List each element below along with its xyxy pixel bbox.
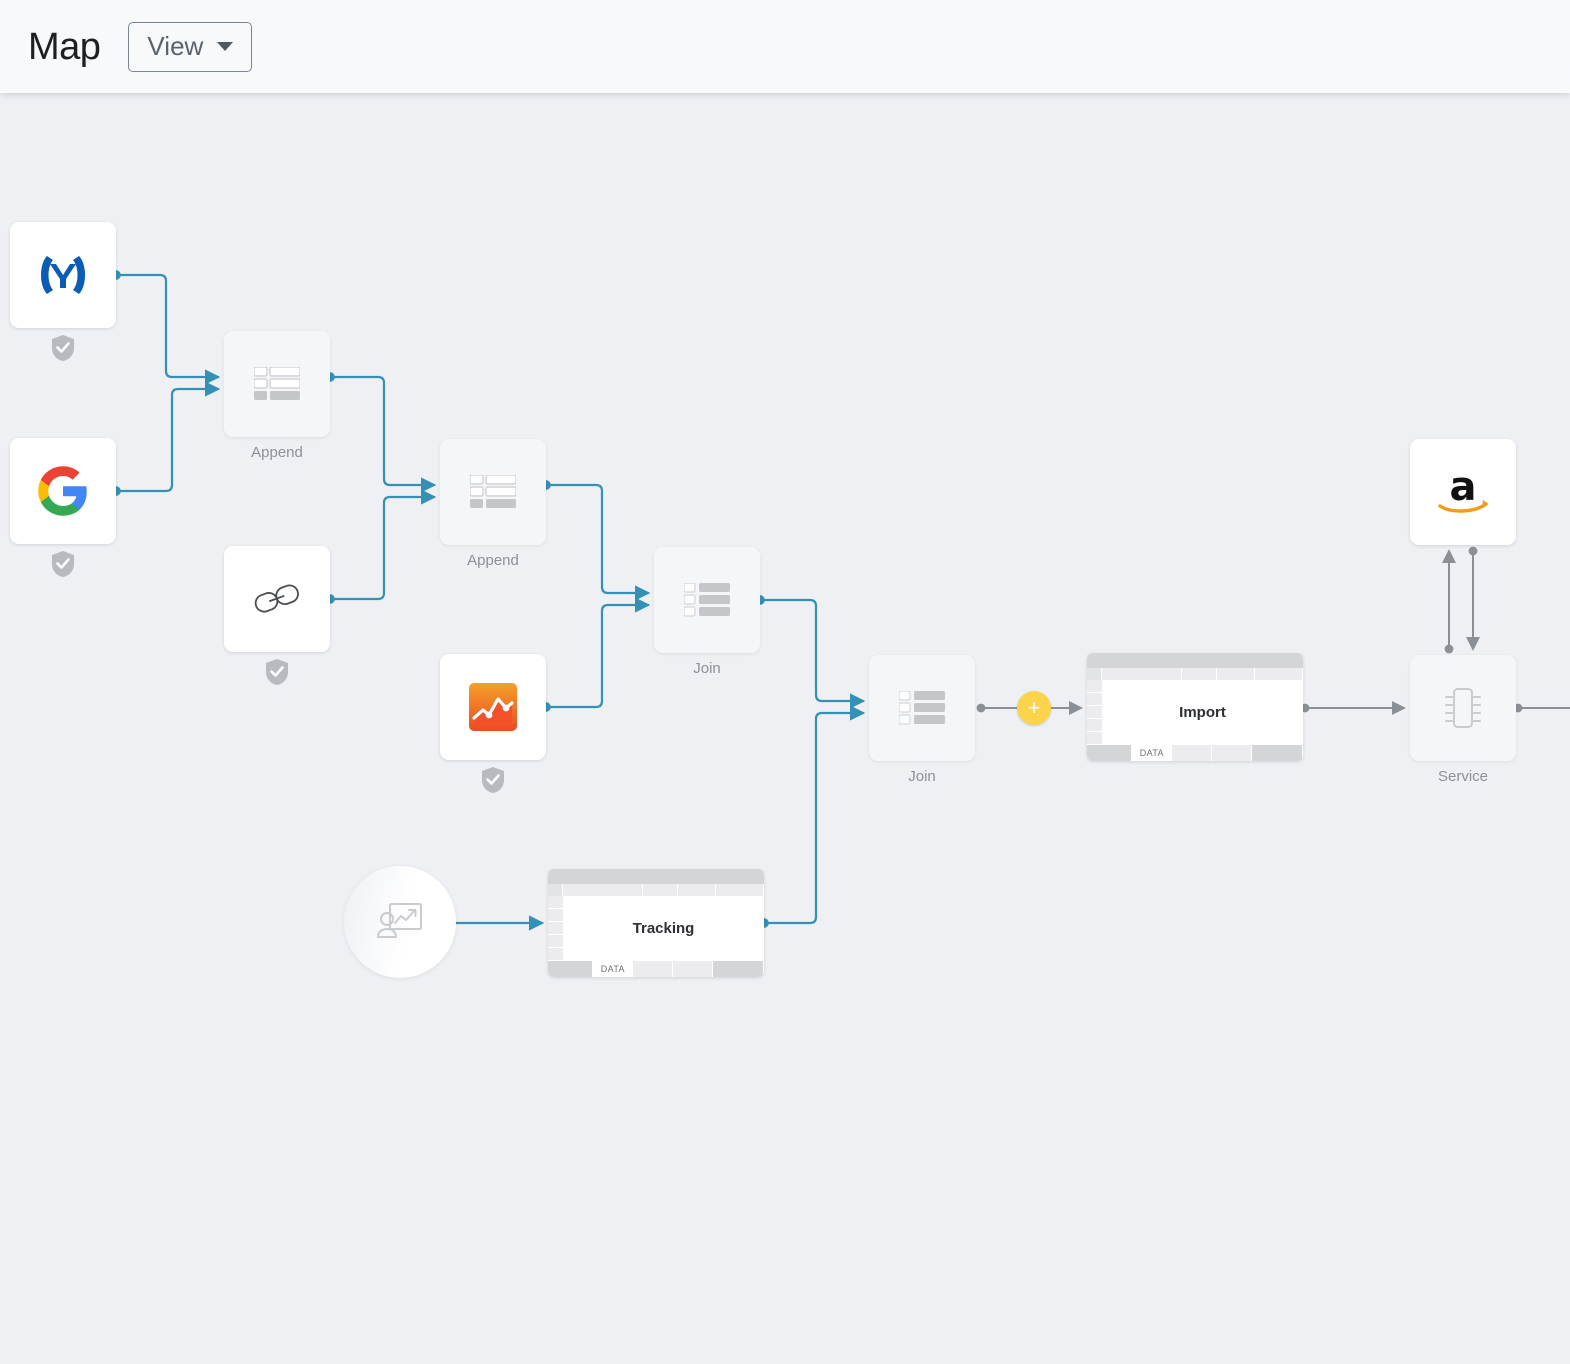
- table-row-header: [1087, 680, 1102, 693]
- table-row-header: [1087, 732, 1102, 745]
- verified-shield-icon: [482, 767, 504, 793]
- sheet-tab[interactable]: [1172, 745, 1213, 761]
- table-col-header: [642, 884, 679, 896]
- table-body: Import: [1087, 680, 1303, 745]
- table-corner-cell: [1087, 668, 1102, 680]
- edge-link-append2: [325, 489, 437, 604]
- table-col-header: [1217, 668, 1256, 680]
- node-label: Join: [908, 768, 936, 785]
- table-column-headers: [548, 884, 764, 896]
- google-analytics-icon: [469, 683, 517, 731]
- node-title: Tracking: [632, 920, 695, 937]
- node-title: Import: [1179, 704, 1226, 721]
- sheet-tab[interactable]: [1252, 745, 1303, 761]
- edge-yext-append1: [111, 270, 221, 385]
- sheet-tab[interactable]: [548, 961, 594, 977]
- view-dropdown-label: View: [147, 31, 204, 61]
- node-label: Join: [693, 660, 721, 677]
- node-label: Append: [467, 552, 519, 569]
- sheet-tab-data[interactable]: DATA: [1132, 745, 1173, 761]
- node-import-table[interactable]: Import DATA: [1087, 653, 1303, 761]
- plus-icon: +: [1027, 695, 1041, 720]
- edge-append1-append2: [325, 372, 437, 493]
- amazon-logo-icon: a: [1438, 466, 1488, 513]
- node-append-1[interactable]: Append: [224, 331, 330, 461]
- verified-shield-icon: [52, 551, 74, 577]
- table-toolbar: [1087, 653, 1303, 668]
- add-step-button[interactable]: +: [1017, 691, 1051, 725]
- node-label: Append: [251, 444, 303, 461]
- chevron-down-icon: [217, 42, 234, 51]
- append-icon: [470, 475, 516, 508]
- node-amazon[interactable]: a: [1410, 439, 1516, 545]
- table-column-headers: [1087, 668, 1303, 680]
- node-link[interactable]: [224, 546, 330, 685]
- sheet-tab[interactable]: [1087, 745, 1133, 761]
- sheet-tab[interactable]: [1212, 745, 1253, 761]
- table-row-header: [1087, 706, 1102, 719]
- table-row-header: [548, 896, 563, 909]
- table-toolbar: [548, 869, 764, 884]
- join-icon: [899, 691, 945, 725]
- table-body: Tracking: [548, 896, 764, 961]
- node-join-1[interactable]: Join: [654, 547, 760, 677]
- edge-analytics-join1: [541, 597, 651, 712]
- google-logo-icon: [38, 466, 87, 516]
- table-col-header: [1102, 668, 1182, 680]
- table-col-header: [678, 884, 717, 896]
- table-row-headers: [1087, 680, 1102, 745]
- table-col-header: [1181, 668, 1218, 680]
- map-canvas[interactable]: Append Append Join Join + Import DATA Tr…: [0, 93, 1570, 1364]
- table-row-header: [548, 909, 563, 922]
- microchip-icon: [1445, 688, 1481, 728]
- edge-layer: [111, 270, 1570, 931]
- edge-google-append1: [111, 381, 221, 496]
- sheet-tab-data[interactable]: DATA: [593, 961, 634, 977]
- table-col-header: [716, 884, 764, 896]
- node-append-2[interactable]: Append: [440, 439, 546, 569]
- yext-logo-icon: [41, 256, 85, 294]
- node-tracking-table[interactable]: Tracking DATA: [548, 869, 764, 977]
- sheet-tab[interactable]: [633, 961, 674, 977]
- node-google[interactable]: [10, 438, 116, 577]
- node-google-analytics[interactable]: [440, 654, 546, 793]
- svg-text:a: a: [1450, 466, 1477, 510]
- table-col-header: [1255, 668, 1303, 680]
- node-yext[interactable]: [10, 222, 116, 361]
- table-row-header: [1087, 693, 1102, 706]
- table-corner-cell: [548, 884, 563, 896]
- append-icon: [254, 367, 300, 400]
- table-row-header: [548, 922, 563, 935]
- table-col-header: [563, 884, 643, 896]
- join-icon: [684, 583, 730, 617]
- chain-link-icon: [254, 584, 299, 613]
- table-sheet-area: Tracking: [563, 896, 764, 961]
- node-join-2[interactable]: Join: [869, 655, 975, 785]
- node-visitors[interactable]: [344, 866, 456, 978]
- node-label: Service: [1437, 768, 1489, 785]
- edge-join1-join2: [755, 595, 866, 709]
- verified-shield-icon: [266, 659, 288, 685]
- edge-append2-join1: [541, 480, 651, 601]
- page-title: Map: [28, 25, 101, 68]
- sheet-tab[interactable]: [713, 961, 764, 977]
- view-dropdown-button[interactable]: View: [128, 21, 253, 72]
- table-row-header: [548, 935, 563, 948]
- edge-tracking-join2: [759, 705, 866, 928]
- table-row-header: [1087, 719, 1102, 732]
- app-header: Map View: [0, 0, 1570, 93]
- sheet-tab[interactable]: [673, 961, 714, 977]
- node-service[interactable]: Service: [1410, 655, 1516, 785]
- table-sheet-tabs: DATA: [1087, 745, 1303, 761]
- table-sheet-tabs: DATA: [548, 961, 764, 977]
- table-row-header: [548, 948, 563, 961]
- table-row-headers: [548, 896, 563, 961]
- table-sheet-area: Import: [1102, 680, 1303, 745]
- verified-shield-icon: [52, 335, 74, 361]
- presentation-person-icon: [377, 903, 422, 938]
